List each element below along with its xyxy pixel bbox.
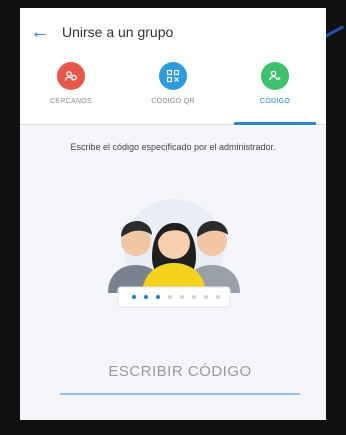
- tab-label: CÓDIGO: [259, 98, 291, 105]
- code-input-underline: [60, 393, 300, 395]
- group-illustration: [78, 197, 270, 317]
- tab-codigo[interactable]: CÓDIGO: [224, 56, 326, 125]
- frame-right: [326, 0, 346, 435]
- app-header: ← Unirse a un grupo: [20, 8, 326, 56]
- nearby-people-icon: [57, 62, 85, 90]
- frame-bottom: [0, 420, 346, 435]
- tab-cercanos[interactable]: CERCANOS: [20, 56, 122, 124]
- qr-code-icon: [159, 62, 187, 90]
- instruction-text: Escribe el código especificado por el ad…: [70, 142, 276, 152]
- tab-label: CÓDIGO QR: [151, 98, 195, 105]
- tab-label: CERCANOS: [49, 98, 93, 105]
- code-group-icon: [261, 62, 289, 90]
- main-content: Escribe el código especificado por el ad…: [20, 125, 326, 420]
- arrow-left-icon[interactable]: ←: [24, 8, 56, 56]
- frame-left: [0, 0, 20, 435]
- tab-bar: CERCANOS CÓDIGO QR CÓDIGO: [20, 56, 326, 125]
- phone-screen: ← Unirse a un grupo CERCANOS CÓDIGO QR C…: [20, 8, 326, 420]
- frame-top: [0, 0, 346, 8]
- page-title: Unirse a un grupo: [62, 24, 174, 40]
- code-input[interactable]: ESCRIBIR CÓDIGO: [60, 353, 300, 395]
- page: ← Unirse a un grupo CERCANOS CÓDIGO QR C…: [0, 0, 346, 435]
- code-input-placeholder: ESCRIBIR CÓDIGO: [108, 363, 252, 380]
- tab-codigo-qr[interactable]: CÓDIGO QR: [122, 56, 224, 124]
